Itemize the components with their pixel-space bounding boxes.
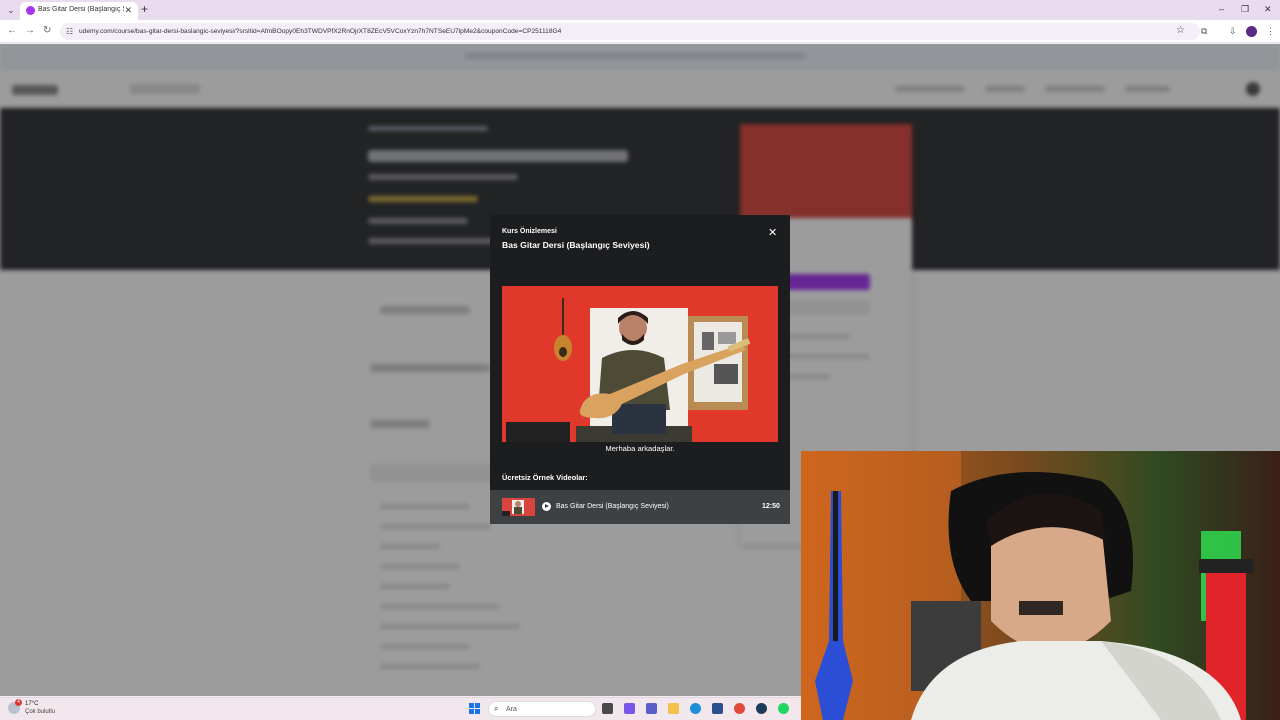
- download-icon[interactable]: ⇩: [1229, 26, 1237, 37]
- copilot-icon[interactable]: [624, 703, 635, 714]
- video-caption: Merhaba arkadaşlar.: [605, 444, 675, 453]
- steam-icon[interactable]: [756, 703, 767, 714]
- taskbar-search[interactable]: ⌕ Ara: [488, 701, 596, 717]
- course-preview-modal: Kurs Önizlemesi Bas Gitar Dersi (Başlang…: [490, 215, 790, 524]
- udemy-favicon-icon: [26, 6, 35, 15]
- play-circle-icon: [542, 502, 551, 511]
- weather-description[interactable]: Çok bulutlu: [25, 709, 55, 716]
- weather-badge: 4: [15, 699, 22, 706]
- window-close-icon[interactable]: ✕: [1264, 4, 1272, 15]
- browser-toolbar: ← → ↻ ☷ udemy.com/course/bas-gitar-dersi…: [0, 20, 1280, 43]
- chrome-icon[interactable]: [734, 703, 745, 714]
- bookmark-star-icon[interactable]: ☆: [1176, 25, 1185, 37]
- modal-subtitle: Kurs Önizlemesi: [502, 228, 557, 235]
- video-frame: [502, 286, 778, 442]
- weather-temperature[interactable]: 17°C: [25, 701, 38, 708]
- back-icon[interactable]: ←: [7, 25, 17, 37]
- tab-title: Bas Gitar Dersi (Başlangıç Seviy: [38, 6, 124, 13]
- search-icon: ⌕: [494, 704, 499, 713]
- restore-icon[interactable]: ❐: [1241, 4, 1249, 15]
- spotify-icon[interactable]: [778, 703, 789, 714]
- store-icon[interactable]: [712, 703, 723, 714]
- video-player[interactable]: [502, 286, 778, 442]
- new-tab-icon[interactable]: +: [141, 3, 148, 16]
- address-bar[interactable]: ☷ udemy.com/course/bas-gitar-dersi-basla…: [60, 23, 1200, 40]
- free-videos-heading: Ücretsiz Örnek Videolar:: [502, 473, 588, 482]
- webcam-feed: [801, 451, 1280, 720]
- extensions-icon[interactable]: ⧉: [1201, 26, 1207, 37]
- close-icon[interactable]: ✕: [768, 227, 777, 239]
- lesson-row[interactable]: Bas Gitar Dersi (Başlangıç Seviyesi) 12:…: [490, 490, 790, 524]
- tab-search-icon[interactable]: ⌄: [5, 4, 17, 16]
- lesson-duration: 12:50: [762, 503, 780, 510]
- minimize-icon[interactable]: –: [1219, 4, 1224, 15]
- taskbar: 4 17°C Çok bulutlu ⌕ Ara: [0, 697, 801, 720]
- tab-close-icon[interactable]: ✕: [124, 4, 132, 16]
- task-view-icon[interactable]: [602, 703, 613, 714]
- file-explorer-icon[interactable]: [668, 703, 679, 714]
- profile-avatar[interactable]: [1246, 26, 1257, 37]
- webcam-overlay: [801, 451, 1280, 720]
- teams-icon[interactable]: [646, 703, 657, 714]
- taskbar-search-placeholder: Ara: [506, 706, 517, 713]
- site-info-icon[interactable]: ☷: [66, 26, 73, 37]
- windows-start-icon[interactable]: [469, 703, 480, 714]
- lesson-title: Bas Gitar Dersi (Başlangıç Seviyesi): [556, 503, 669, 510]
- lesson-thumbnail-image: [502, 498, 535, 516]
- forward-icon[interactable]: →: [25, 25, 35, 37]
- tab-strip: ⌄ Bas Gitar Dersi (Başlangıç Seviy ✕ + –…: [0, 0, 1280, 20]
- browser-menu-icon[interactable]: ⋮: [1266, 26, 1275, 37]
- url-text[interactable]: udemy.com/course/bas-gitar-dersi-baslang…: [79, 27, 561, 36]
- reload-icon[interactable]: ↻: [43, 25, 51, 37]
- modal-title: Bas Gitar Dersi (Başlangıç Seviyesi): [502, 240, 650, 250]
- tab-active[interactable]: Bas Gitar Dersi (Başlangıç Seviy ✕: [20, 2, 138, 20]
- edge-icon[interactable]: [690, 703, 701, 714]
- lesson-thumbnail: [502, 498, 535, 516]
